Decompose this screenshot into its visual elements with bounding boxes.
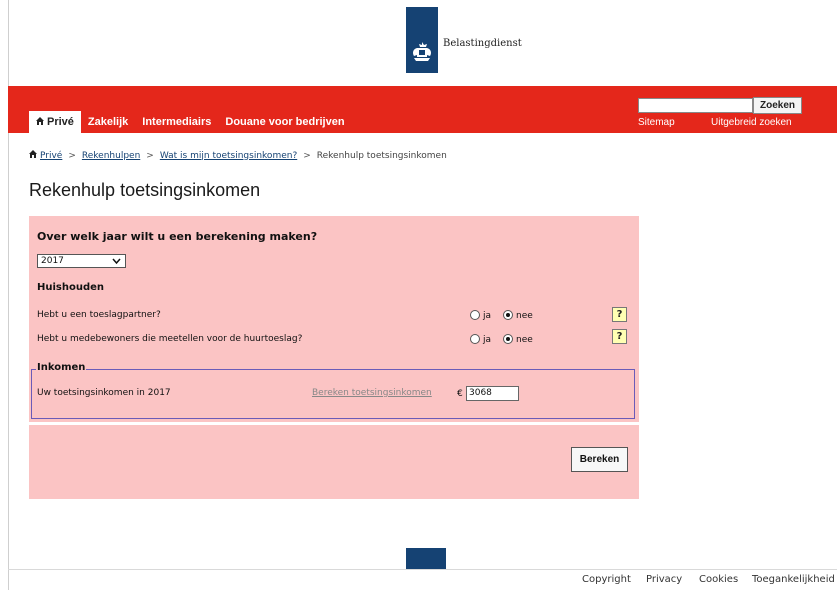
home-icon	[36, 111, 44, 133]
brand-name: Belastingdienst	[443, 38, 522, 49]
breadcrumb-link-toetsingsinkomen[interactable]: Wat is mijn toetsingsinkomen?	[160, 151, 297, 161]
nav-item-prive[interactable]: Privé	[29, 111, 81, 133]
income-label: Uw toetsingsinkomen in 2017	[37, 388, 171, 398]
search-input[interactable]	[638, 98, 753, 113]
residents-help-button[interactable]: ?	[612, 329, 627, 344]
breadcrumb-separator: >	[303, 150, 311, 161]
nav-item-zakelijk[interactable]: Zakelijk	[81, 111, 135, 133]
advanced-search-link[interactable]: Uitgebreid zoeken	[711, 117, 792, 128]
breadcrumb-link-rekenhulpen[interactable]: Rekenhulpen	[82, 151, 140, 161]
form-actions-panel	[29, 425, 639, 499]
breadcrumb-current: Rekenhulp toetsingsinkomen	[316, 150, 447, 161]
income-legend: Inkomen	[36, 362, 87, 373]
partner-no-label: nee	[516, 311, 533, 321]
income-input[interactable]: 3068	[466, 386, 519, 401]
partner-yes-radio[interactable]	[470, 310, 480, 320]
page-title: Rekenhulp toetsingsinkomen	[29, 180, 261, 200]
footer-link-copyright[interactable]: Copyright	[582, 574, 631, 585]
search-button[interactable]: Zoeken	[753, 97, 802, 114]
euro-symbol: €	[457, 389, 463, 399]
chevron-down-icon	[112, 256, 121, 269]
nav-item-label: Privé	[47, 116, 74, 128]
footer-logo-mark	[406, 548, 446, 570]
home-icon	[29, 150, 37, 161]
breadcrumb-separator: >	[68, 150, 76, 161]
breadcrumb: Privé > Rekenhulpen > Wat is mijn toetsi…	[29, 150, 447, 161]
year-select-value: 2017	[41, 256, 64, 266]
footer-link-privacy[interactable]: Privacy	[646, 574, 682, 585]
residents-yes-radio[interactable]	[470, 334, 480, 344]
footer-link-toegankelijkheid[interactable]: Toegankelijkheid	[752, 574, 835, 585]
sitemap-link[interactable]: Sitemap	[638, 117, 675, 128]
breadcrumb-link-prive[interactable]: Privé	[40, 151, 62, 161]
residents-no-label: nee	[516, 335, 533, 345]
year-question: Over welk jaar wilt u een berekening mak…	[37, 230, 318, 243]
nav-item-intermediairs[interactable]: Intermediairs	[135, 111, 218, 133]
year-select[interactable]: 2017	[37, 254, 126, 268]
residents-no-radio[interactable]	[503, 334, 513, 344]
partner-yes-label: ja	[483, 311, 492, 321]
residents-yes-label: ja	[483, 335, 492, 345]
partner-no-radio[interactable]	[503, 310, 513, 320]
main-nav: Privé Zakelijk Intermediairs Douane voor…	[29, 111, 352, 133]
household-heading: Huishouden	[37, 282, 105, 293]
partner-question: Hebt u een toeslagpartner?	[37, 310, 161, 320]
nav-item-douane[interactable]: Douane voor bedrijven	[218, 111, 351, 133]
breadcrumb-separator: >	[146, 150, 154, 161]
crest-icon	[413, 42, 431, 61]
footer-link-cookies[interactable]: Cookies	[699, 574, 738, 585]
residents-question: Hebt u medebewoners die meetellen voor d…	[37, 334, 303, 344]
calculate-button[interactable]: Bereken	[571, 447, 628, 472]
partner-help-button[interactable]: ?	[612, 307, 627, 322]
calculate-income-link[interactable]: Bereken toetsingsinkomen	[312, 388, 432, 398]
footer-divider	[8, 569, 837, 570]
logo[interactable]	[406, 7, 438, 73]
